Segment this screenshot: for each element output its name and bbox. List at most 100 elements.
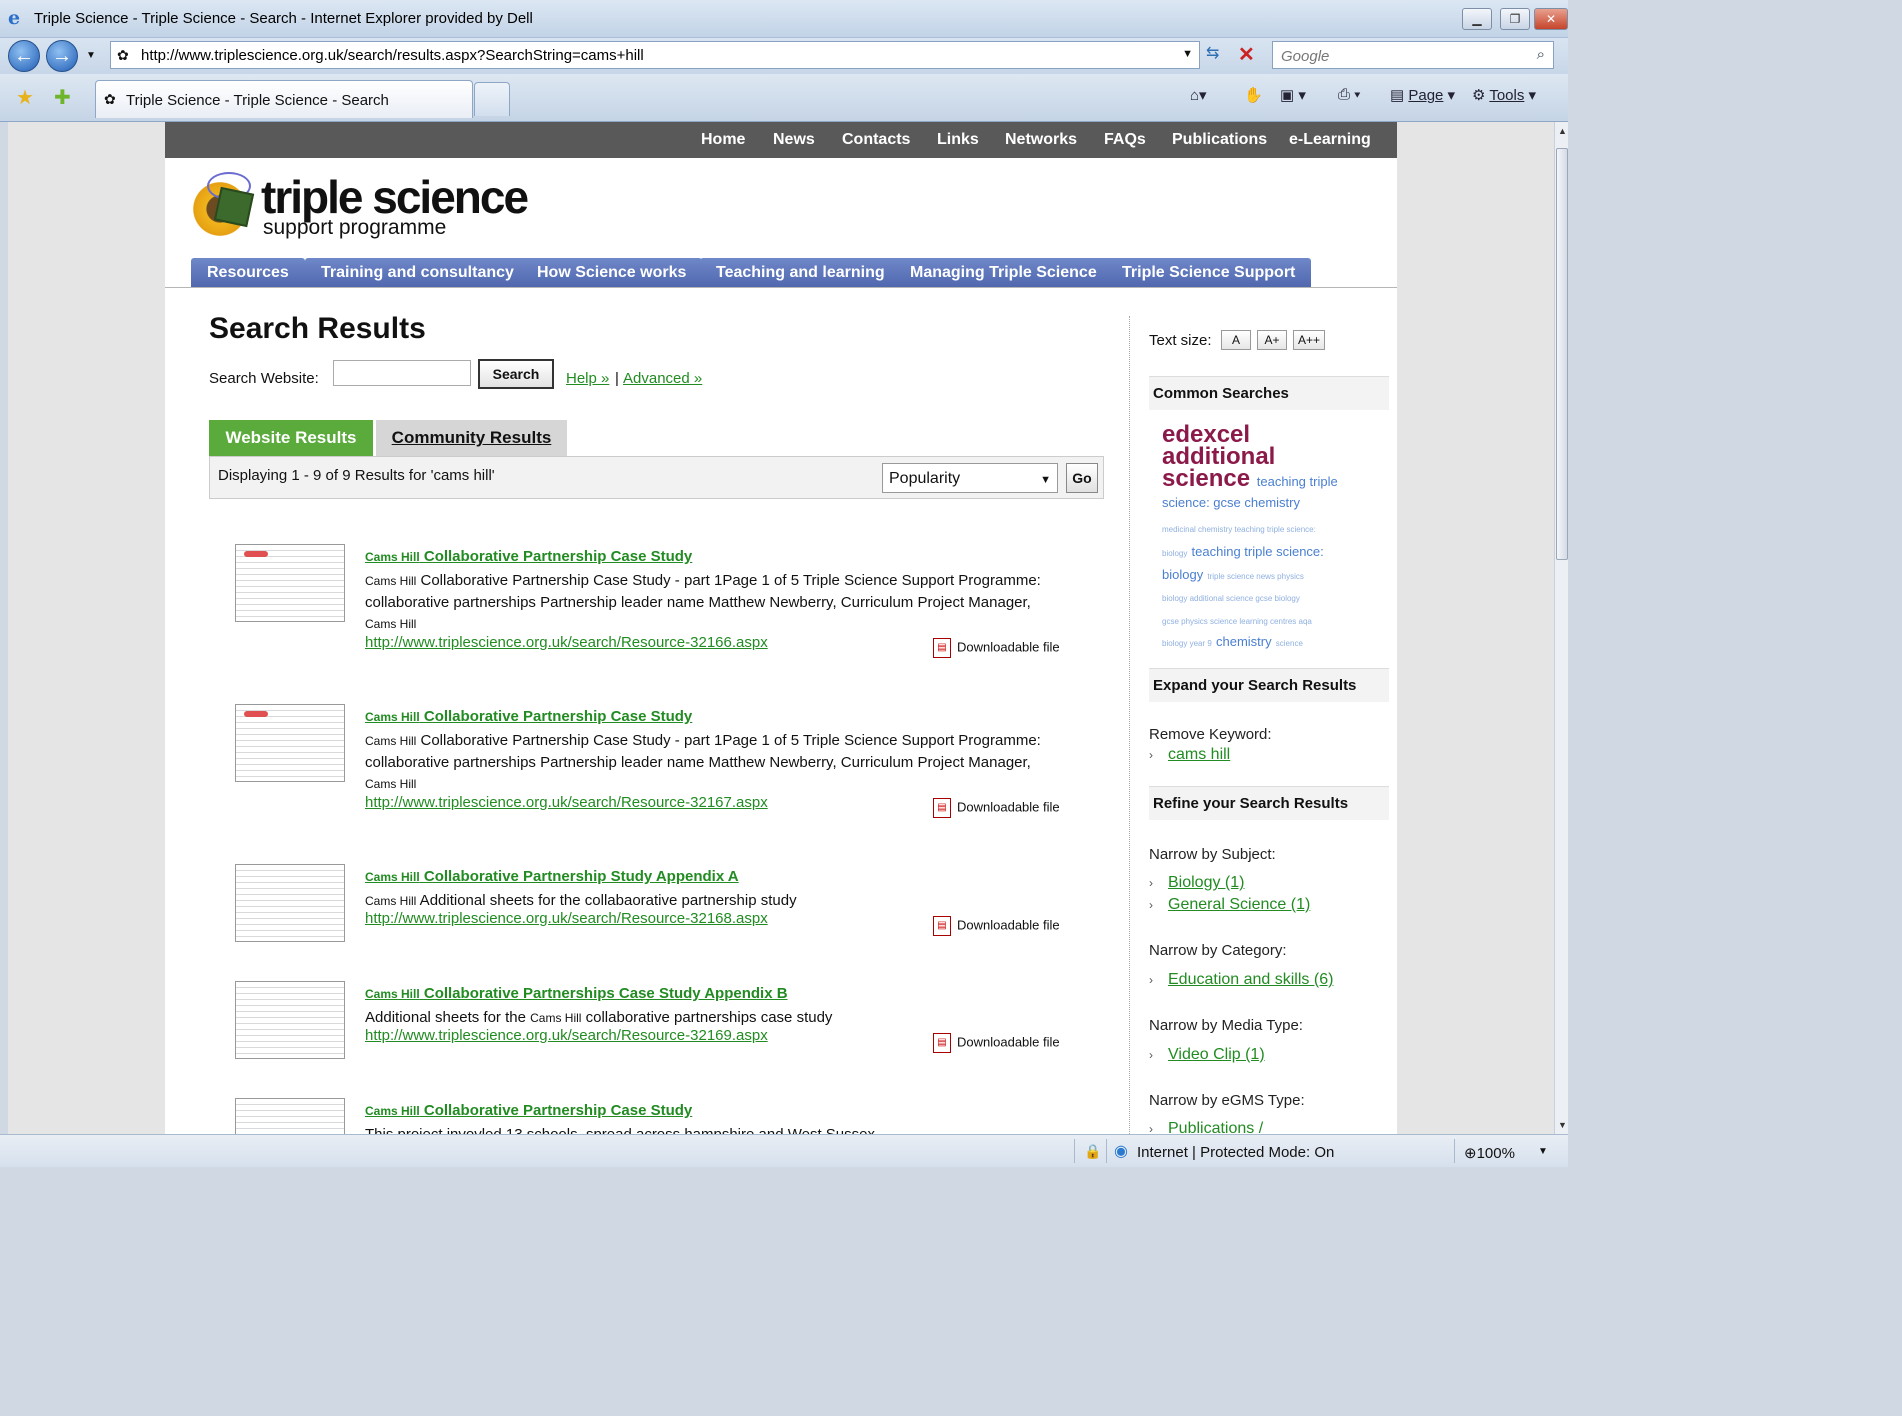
nav-managing[interactable]: Managing Triple Science	[894, 258, 1113, 288]
search-box[interactable]: Google ⌕	[1272, 41, 1554, 69]
category-education-link[interactable]: Education and skills (6)	[1168, 971, 1333, 989]
new-tab-button[interactable]	[474, 82, 510, 116]
back-button[interactable]: ←	[8, 40, 40, 72]
security-icon[interactable]: 🔒	[1084, 1143, 1101, 1160]
topnav-home[interactable]: Home	[701, 131, 745, 149]
advanced-link[interactable]: Advanced »	[623, 370, 702, 387]
add-favorites-icon[interactable]: ✚	[54, 85, 71, 110]
tab-community-results[interactable]: Community Results	[376, 420, 567, 456]
result-title[interactable]: Cams Hill Collaborative Partnership Stud…	[365, 868, 739, 885]
hand-icon[interactable]: ✋	[1244, 86, 1263, 104]
history-dropdown-icon[interactable]: ▼	[86, 50, 96, 61]
page-menu[interactable]: ▤ Page ▾	[1390, 86, 1455, 104]
download-link[interactable]: ▤ Downloadable file	[933, 638, 1060, 658]
address-dropdown-icon[interactable]: ▼	[1182, 48, 1193, 60]
tab-website-results[interactable]: Website Results	[209, 420, 373, 456]
nav-teaching-learning[interactable]: Teaching and learning	[700, 258, 901, 288]
result-thumbnail[interactable]	[235, 981, 345, 1059]
tab-label: Triple Science - Triple Science - Search	[126, 92, 389, 109]
nav-resources[interactable]: Resources	[191, 258, 305, 288]
go-button[interactable]: Go	[1066, 463, 1098, 493]
download-link[interactable]: ▤ Downloadable file	[933, 1033, 1060, 1053]
download-link[interactable]: ▤ Downloadable file	[933, 916, 1060, 936]
maximize-button[interactable]: ❐	[1500, 8, 1530, 30]
scroll-down-icon[interactable]: ▼	[1558, 1120, 1567, 1130]
results-summary: Displaying 1 - 9 of 9 Results for 'cams …	[218, 467, 495, 484]
result-url[interactable]: http://www.triplescience.org.uk/search/R…	[365, 794, 768, 811]
tag-line[interactable]: gcse physics science learning centres aq…	[1162, 612, 1354, 629]
page-viewport: Home News Contacts Links Networks FAQs P…	[8, 122, 1554, 1134]
tag-big[interactable]: edexcel additional science teaching triple	[1162, 423, 1354, 493]
scroll-up-icon[interactable]: ▲	[1558, 126, 1567, 136]
address-bar[interactable]: ✿ http://www.triplescience.org.uk/search…	[110, 41, 1200, 69]
close-button[interactable]: ✕	[1534, 8, 1568, 30]
tab-toolbar: ★ ✚ ✿ Triple Science - Triple Science - …	[0, 74, 1568, 122]
search-button[interactable]: Search	[478, 359, 554, 389]
home-icon[interactable]: ⌂▾	[1190, 86, 1207, 104]
result-url[interactable]: http://www.triplescience.org.uk/search/R…	[365, 1027, 768, 1044]
result-title[interactable]: Cams Hill Collaborative Partnerships Cas…	[365, 985, 788, 1002]
site-logo-icon[interactable]	[189, 172, 261, 244]
tag-line[interactable]: biology teaching triple science:	[1162, 544, 1354, 561]
refresh-icon[interactable]: ⇆	[1206, 43, 1228, 67]
result-snippet: Cams Hill Collaborative Partnership Case…	[365, 732, 1041, 791]
text-size-larger[interactable]: A++	[1293, 330, 1325, 350]
result-title[interactable]: Cams Hill Collaborative Partnership Case…	[365, 1102, 692, 1119]
result-url[interactable]: http://www.triplescience.org.uk/search/R…	[365, 634, 768, 651]
remove-keyword-link[interactable]: cams hill	[1168, 746, 1230, 764]
pdf-icon: ▤	[933, 638, 951, 658]
media-video-link[interactable]: Video Clip (1)	[1168, 1046, 1265, 1064]
forward-button[interactable]: →	[46, 40, 78, 72]
egms-publications-link[interactable]: Publications /	[1168, 1120, 1263, 1134]
favorites-star-icon[interactable]: ★	[16, 85, 34, 110]
zoom-level[interactable]: ⊕100%	[1464, 1144, 1515, 1162]
common-searches-heading: Common Searches	[1149, 376, 1389, 410]
nav-training[interactable]: Training and consultancy	[305, 258, 530, 288]
result-title[interactable]: Cams Hill Collaborative Partnership Case…	[365, 548, 692, 565]
vertical-scrollbar[interactable]: ▲ ▼	[1554, 122, 1568, 1134]
subject-biology-link[interactable]: Biology (1)	[1168, 874, 1244, 892]
result-url[interactable]: http://www.triplescience.org.uk/search/R…	[365, 910, 768, 927]
topnav-contacts[interactable]: Contacts	[842, 131, 910, 149]
topnav-faqs[interactable]: FAQs	[1104, 131, 1146, 149]
subject-general-science-link[interactable]: General Science (1)	[1168, 896, 1310, 914]
topnav-publications[interactable]: Publications	[1172, 131, 1267, 149]
tools-menu[interactable]: ⚙ Tools ▾	[1472, 86, 1536, 104]
stop-icon[interactable]: ✕	[1238, 42, 1260, 66]
tag-line[interactable]: medicinal chemistry teaching triple scie…	[1162, 520, 1354, 537]
feeds-icon[interactable]: ▣ ▾	[1280, 86, 1306, 104]
topnav-elearning[interactable]: e-Learning	[1289, 131, 1371, 149]
minimize-button[interactable]: ▁	[1462, 8, 1492, 30]
result-thumbnail[interactable]	[235, 1098, 345, 1134]
tag-line[interactable]: biology triple science news physics	[1162, 567, 1354, 584]
result-thumbnail[interactable]	[235, 864, 345, 942]
topnav-news[interactable]: News	[773, 131, 815, 149]
search-website-label: Search Website:	[209, 370, 319, 387]
nav-how-science-works[interactable]: How Science works	[521, 258, 703, 288]
search-website-input[interactable]	[333, 360, 471, 386]
sort-select[interactable]: Popularity ▼	[882, 463, 1058, 493]
result-title[interactable]: Cams Hill Collaborative Partnership Case…	[365, 708, 692, 725]
result-thumbnail[interactable]	[235, 704, 345, 782]
help-link[interactable]: Help »	[566, 370, 609, 387]
result-thumbnail[interactable]	[235, 544, 345, 622]
download-link[interactable]: ▤ Downloadable file	[933, 798, 1060, 818]
tag-line[interactable]: science: gcse chemistry	[1162, 495, 1354, 512]
address-url[interactable]: http://www.triplescience.org.uk/search/r…	[141, 47, 644, 64]
text-size-normal[interactable]: A	[1221, 330, 1251, 350]
browser-tab[interactable]: ✿ Triple Science - Triple Science - Sear…	[95, 80, 473, 118]
topnav-links[interactable]: Links	[937, 131, 979, 149]
narrow-media-label: Narrow by Media Type:	[1149, 1017, 1303, 1034]
search-icon[interactable]: ⌕	[1537, 46, 1545, 63]
tag-line[interactable]: biology additional science gcse biology	[1162, 589, 1354, 606]
topnav-networks[interactable]: Networks	[1005, 131, 1077, 149]
print-icon[interactable]: ⎙ ▾	[1338, 86, 1360, 103]
zoom-dropdown-icon[interactable]: ▼	[1538, 1146, 1548, 1157]
text-size-large[interactable]: A+	[1257, 330, 1287, 350]
nav-support[interactable]: Triple Science Support	[1106, 258, 1312, 288]
security-zone[interactable]: Internet | Protected Mode: On	[1137, 1144, 1334, 1161]
scrollbar-thumb[interactable]	[1556, 148, 1568, 560]
chevron-right-icon: ›	[1149, 1048, 1153, 1062]
ie-logo-icon: e	[8, 7, 21, 29]
tag-line[interactable]: biology year 9 chemistry science	[1162, 634, 1354, 651]
